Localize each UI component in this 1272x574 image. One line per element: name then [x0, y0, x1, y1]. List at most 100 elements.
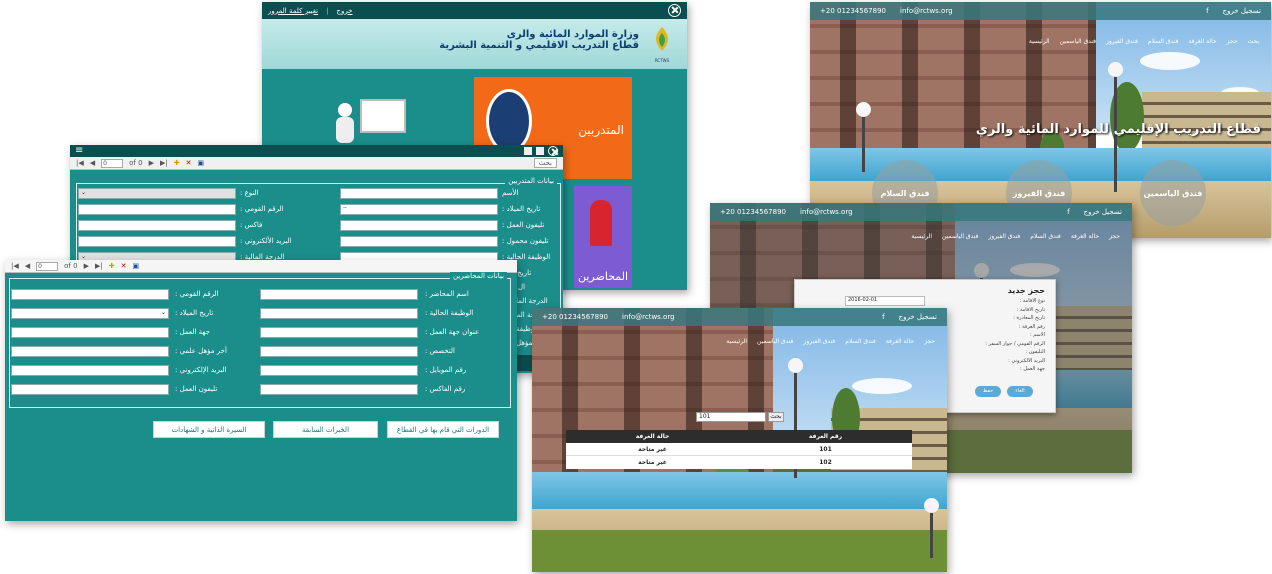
first-record-icon[interactable]: |◀ — [11, 262, 19, 270]
add-record-icon[interactable]: ✚ — [174, 159, 180, 167]
lecturer-mobile-label: رقم الموبايل : — [425, 366, 467, 374]
next-record-icon[interactable]: ▶ — [84, 262, 89, 270]
trainee-birthdate-input[interactable]: -- — [340, 204, 498, 215]
lecturer-job-label: الوظيفة الحالية : — [425, 309, 474, 317]
prev-record-icon[interactable]: ◀ — [25, 262, 30, 270]
lecturer-courses-button[interactable]: الدورات التي قام بها في القطاع — [387, 421, 499, 438]
booking-cancel-button[interactable]: الغاء — [1007, 386, 1033, 397]
trainee-name-input[interactable] — [340, 188, 498, 199]
close-icon[interactable] — [548, 146, 558, 156]
nav-fayrouz[interactable]: فندق الفيروز — [1106, 38, 1138, 45]
nav-yasmeen[interactable]: فندق الياسمين — [757, 338, 793, 345]
last-record-icon[interactable]: ▶| — [160, 159, 168, 167]
booking-date-field[interactable]: 2016-02-01 — [845, 296, 925, 306]
save-record-icon[interactable]: ▣ — [132, 262, 139, 270]
lecturer-email-input[interactable] — [11, 365, 169, 376]
room-search-button[interactable]: بحث — [768, 412, 784, 422]
nav-booking[interactable]: حجز — [924, 338, 935, 345]
booking-nav: الرئيسية فندق الياسمين فندق الفيروز فندق… — [911, 233, 1120, 240]
lecturer-mobile-input[interactable] — [260, 365, 418, 376]
record-position[interactable]: 0 — [101, 158, 124, 168]
booking-save-button[interactable]: حفظ — [975, 386, 1001, 397]
room-status-top-bar: +20 01234567890 info@rctws.org f تسجيل خ… — [532, 308, 947, 326]
nav-yasmeen[interactable]: فندق الياسمين — [942, 233, 978, 240]
nav-salam[interactable]: فندق السلام — [1148, 38, 1179, 45]
cutoff-label: ال — [518, 283, 526, 291]
next-record-icon[interactable]: ▶ — [149, 159, 154, 167]
room-search-input[interactable]: 101 — [696, 412, 766, 422]
trainee-national-id-input[interactable] — [78, 204, 236, 215]
logout-link[interactable]: تسجيل خروج — [899, 313, 937, 321]
logout-link[interactable]: خروج — [336, 7, 352, 15]
lecturer-qualification-label: أخر مؤهل علمي : — [175, 347, 227, 355]
lecturer-experience-button[interactable]: الخبرات السابقة — [273, 421, 378, 438]
lecturer-qualification-input[interactable] — [11, 346, 169, 357]
email-text: info@rctws.org — [622, 313, 675, 321]
trainees-tile-label: المتدربين — [578, 123, 624, 137]
ministry-title-line1: وزارة الموارد المائية والرى — [506, 29, 639, 40]
nav-salam[interactable]: فندق السلام — [1030, 233, 1061, 240]
nav-room-status[interactable]: حالة الغرفة — [886, 338, 914, 345]
nav-salam[interactable]: فندق السلام — [845, 338, 876, 345]
nav-yasmeen[interactable]: فندق الياسمين — [1060, 38, 1096, 45]
nav-room-status[interactable]: حالة الغرفة — [1188, 38, 1216, 45]
facebook-icon[interactable]: f — [1206, 7, 1208, 15]
table-row[interactable]: غير متاحة 101 — [566, 443, 912, 456]
first-record-icon[interactable]: |◀ — [76, 159, 84, 167]
prev-record-icon[interactable]: ◀ — [90, 159, 95, 167]
booking-label: جهة العمل : — [1020, 366, 1045, 372]
delete-record-icon[interactable]: ✕ — [121, 262, 127, 270]
trainee-fax-input[interactable] — [78, 220, 236, 231]
lecturer-specialty-input[interactable] — [260, 346, 418, 357]
logout-link[interactable]: تسجيل خروج — [1084, 208, 1122, 216]
trainee-mobile-input[interactable] — [340, 236, 498, 247]
trainee-work-phone-input[interactable] — [340, 220, 498, 231]
lecturer-job-input[interactable] — [260, 308, 418, 319]
ministry-title: وزارة الموارد المائية والرى قطاع التدريب… — [439, 29, 639, 51]
nav-home[interactable]: الرئيسية — [726, 338, 747, 345]
facebook-icon[interactable]: f — [1067, 208, 1069, 216]
last-record-icon[interactable]: ▶| — [95, 262, 103, 270]
room-status-window: +20 01234567890 info@rctws.org f تسجيل خ… — [532, 308, 947, 572]
nav-fayrouz[interactable]: فندق الفيروز — [803, 338, 835, 345]
lecturer-employer-label: جهة العمل : — [175, 328, 210, 336]
facebook-icon[interactable]: f — [882, 313, 884, 321]
nav-home[interactable]: الرئيسية — [911, 233, 932, 240]
nav-booking[interactable]: حجز — [1227, 38, 1238, 45]
add-record-icon[interactable]: ✚ — [109, 262, 115, 270]
logout-link[interactable]: تسجيل خروج — [1223, 7, 1261, 15]
record-position[interactable]: 0 — [36, 261, 59, 271]
hotel-yasmeen-button[interactable]: فندق الياسمين — [1140, 160, 1206, 226]
minimize-icon[interactable] — [524, 147, 532, 155]
booking-label-list: نوع الاقامة : تاريخ الاقامة : تاريخ المغ… — [985, 297, 1045, 374]
close-icon[interactable] — [668, 4, 681, 17]
maximize-icon[interactable] — [536, 147, 544, 155]
table-row[interactable]: غير متاحة 102 — [566, 456, 912, 469]
nav-home[interactable]: الرئيسية — [1029, 38, 1050, 45]
delete-record-icon[interactable]: ✕ — [186, 159, 192, 167]
hero-title: قطاع التدريب الإقليمي للموارد المائية وا… — [975, 122, 1261, 137]
lecturer-fax-input[interactable] — [260, 384, 418, 395]
lecturer-icon — [590, 200, 612, 246]
trainee-email-input[interactable] — [78, 236, 236, 247]
save-record-icon[interactable]: ▣ — [197, 159, 204, 167]
menu-icon[interactable]: ≡ — [75, 146, 83, 156]
trainee-birthdate-label: تاريخ الميلاد : — [502, 205, 541, 213]
trainee-gender-select[interactable]: ⌄ — [78, 188, 236, 199]
room-status-table: حالة الغرفة رقم الغرفة غير متاحة 101 غير… — [566, 430, 912, 469]
nav-booking[interactable]: حجز — [1109, 233, 1120, 240]
lecturer-national-id-input[interactable] — [11, 289, 169, 300]
lecturer-work-phone-input[interactable] — [11, 384, 169, 395]
change-password-link[interactable]: تغيير كلمة المرور — [268, 7, 318, 15]
trainees-group-title: بيانات المتدربين — [505, 177, 557, 185]
lecturer-birthdate-input[interactable]: ⌄ — [11, 308, 169, 319]
nav-search[interactable]: بحث — [1248, 38, 1259, 45]
lecturer-employer-input[interactable] — [11, 327, 169, 338]
lecturer-work-address-input[interactable] — [260, 327, 418, 338]
search-label[interactable]: بحث — [533, 158, 557, 168]
lecturers-tile[interactable]: المحاضرين — [574, 186, 632, 288]
nav-fayrouz[interactable]: فندق الفيروز — [988, 233, 1020, 240]
nav-room-status[interactable]: حالة الغرفة — [1071, 233, 1099, 240]
lecturer-cv-button[interactable]: السيرة الذاتية و الشهادات — [153, 421, 265, 438]
lecturer-name-input[interactable] — [260, 289, 418, 300]
